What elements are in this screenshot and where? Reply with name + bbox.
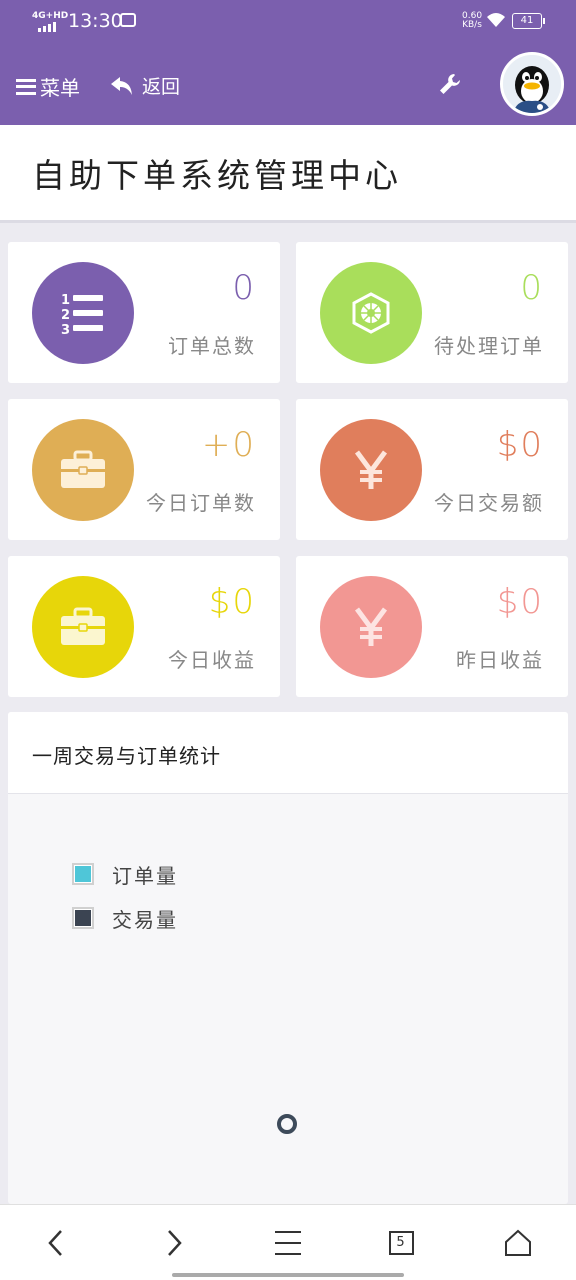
stat-value: $0 [496, 582, 544, 622]
browser-forward-button[interactable] [156, 1225, 192, 1261]
panel-title: 一周交易与订单统计 [32, 744, 221, 768]
mail-notification-icon [120, 13, 136, 27]
user-avatar[interactable] [500, 52, 564, 116]
legend-item-orders[interactable]: 订单量 [72, 852, 178, 896]
stat-label: 今日交易额 [434, 491, 544, 515]
legend-label: 订单量 [112, 863, 178, 888]
legend-item-transactions[interactable]: 交易量 [72, 896, 178, 940]
svg-text:1: 1 [61, 293, 70, 308]
network-speed-unit: KB/s [462, 20, 482, 30]
stat-label: 待处理订单 [434, 334, 544, 358]
chart-legend: 订单量 交易量 [72, 852, 178, 940]
stat-card-total-orders[interactable]: 1 2 3 0 订单总数 [8, 242, 280, 383]
back-label: 返回 [142, 76, 181, 98]
stat-icon-circle [320, 576, 422, 678]
panel-header: 一周交易与订单统计 [8, 712, 568, 794]
stat-card-today-earnings[interactable]: $0 今日收益 [8, 556, 280, 697]
svg-text:3: 3 [61, 323, 70, 337]
signal-icon [38, 22, 56, 32]
stat-value: 0 [232, 268, 256, 308]
browser-back-button[interactable] [38, 1225, 74, 1261]
network-speed: 0.60 KB/s [462, 12, 482, 30]
stat-label: 昨日收益 [456, 648, 544, 672]
menu-lines-icon [275, 1231, 301, 1255]
stat-label: 今日收益 [168, 648, 256, 672]
penguin-avatar-icon [503, 55, 561, 113]
stat-icon-circle [320, 419, 422, 521]
back-button[interactable]: 返回 [110, 72, 180, 99]
browser-bottom-bar: 5 [0, 1204, 576, 1280]
yen-icon [354, 450, 388, 489]
legend-swatch [72, 863, 94, 885]
browser-menu-button[interactable] [270, 1225, 306, 1261]
yen-icon [354, 607, 388, 646]
stat-card-yesterday-earnings[interactable]: $0 昨日收益 [296, 556, 568, 697]
tab-count: 5 [396, 1235, 405, 1250]
gesture-home-indicator[interactable] [172, 1273, 404, 1277]
weekly-stats-panel: 一周交易与订单统计 订单量 交易量 [8, 712, 568, 1204]
briefcase-icon [61, 450, 105, 488]
battery-icon: 41 [512, 13, 545, 29]
browser-home-button[interactable] [500, 1225, 536, 1261]
svg-text:2: 2 [61, 308, 70, 323]
stat-icon-circle: 1 2 3 [32, 262, 134, 364]
stat-value: 0 [520, 268, 544, 308]
stat-icon-circle [32, 576, 134, 678]
status-bar: 4G+HD 13:30 0.60 KB/s 41 [0, 0, 576, 44]
legend-label: 交易量 [112, 907, 178, 932]
stat-label: 订单总数 [168, 334, 256, 358]
home-icon [505, 1229, 531, 1256]
network-indicator: 4G+HD [32, 11, 69, 21]
stat-value: $0 [496, 425, 544, 465]
stat-card-today-orders[interactable]: +0 今日订单数 [8, 399, 280, 540]
wifi-icon [487, 13, 505, 27]
top-nav: 菜单 返回 [0, 44, 576, 125]
legend-swatch [72, 907, 94, 929]
stat-value: $0 [208, 582, 256, 622]
clock: 13:30 [68, 10, 123, 32]
page-header: 自助下单系统管理中心 [0, 125, 576, 223]
stat-value: +0 [201, 425, 256, 465]
menu-button[interactable]: 菜单 [16, 72, 80, 101]
stat-card-pending-orders[interactable]: 0 待处理订单 [296, 242, 568, 383]
wrench-icon[interactable] [438, 72, 462, 96]
stat-card-today-transactions[interactable]: $0 今日交易额 [296, 399, 568, 540]
chevron-right-icon [168, 1230, 182, 1256]
browser-tabs-button[interactable]: 5 [384, 1225, 420, 1261]
stat-icon-circle [32, 419, 134, 521]
numbered-list-icon: 1 2 3 [61, 293, 103, 337]
page-title: 自助下单系统管理中心 [32, 156, 402, 195]
hamburger-icon [16, 78, 36, 95]
stat-label: 今日订单数 [146, 491, 256, 515]
stat-icon-circle [320, 262, 422, 364]
loading-spinner [277, 1114, 297, 1134]
hexagon-emblem-icon [352, 292, 390, 334]
chevron-left-icon [48, 1230, 62, 1256]
briefcase-icon [61, 607, 105, 645]
back-arrow-icon [111, 76, 132, 95]
menu-label: 菜单 [40, 76, 80, 100]
